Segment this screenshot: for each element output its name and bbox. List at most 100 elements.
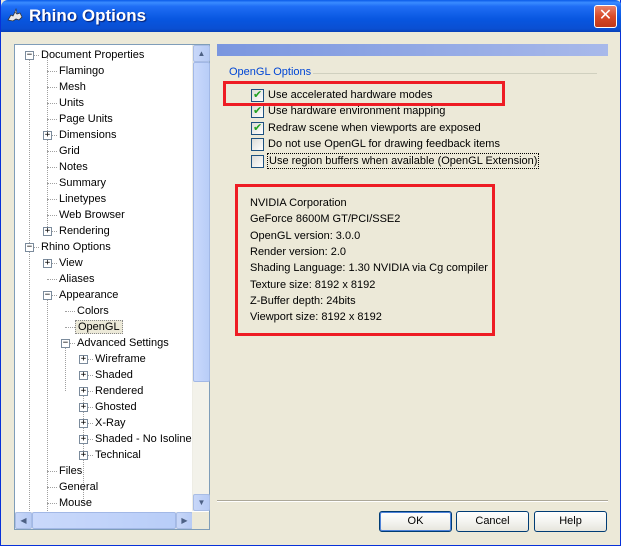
tree-connector xyxy=(47,119,57,120)
tree-connector xyxy=(47,183,57,184)
tree-connector xyxy=(47,471,57,472)
option-label[interactable]: Use region buffers when available (OpenG… xyxy=(267,153,540,169)
tree-item-label: Ghosted xyxy=(95,401,137,413)
tree-item-label: Files xyxy=(59,465,83,477)
tree-item-label: X-Ray xyxy=(95,417,126,429)
tree-item[interactable]: X-Ray xyxy=(93,415,128,431)
tree-item-label: Summary xyxy=(59,177,107,189)
expand-icon[interactable]: + xyxy=(43,131,52,140)
tree-item[interactable]: Shaded xyxy=(93,367,135,383)
opengl-group-label: OpenGL Options xyxy=(229,66,312,78)
tree-item[interactable]: Shaded - No Isoline xyxy=(93,431,193,447)
tree-connector xyxy=(47,215,57,216)
tree-guide-line xyxy=(47,57,48,235)
expand-icon[interactable]: + xyxy=(79,451,88,460)
expand-icon[interactable]: + xyxy=(79,355,88,364)
tree-connector xyxy=(47,279,57,280)
collapse-icon[interactable]: − xyxy=(61,339,70,348)
tree-item[interactable]: Grid xyxy=(57,143,82,159)
tree-connector xyxy=(65,327,75,328)
scrollbar-corner xyxy=(192,512,209,529)
tree-item[interactable]: Notes xyxy=(57,159,90,175)
options-tree[interactable]: Document Properties − Flamingo Mesh Units Pag… xyxy=(14,44,210,530)
checkbox-unchecked[interactable] xyxy=(251,155,264,168)
tree-item[interactable]: Files xyxy=(57,463,84,479)
tree-connector xyxy=(47,487,57,488)
tree-connector xyxy=(47,167,57,168)
scroll-right-button[interactable]: ▶ xyxy=(176,512,193,529)
tree-item[interactable]: Dimensions xyxy=(57,127,118,143)
scroll-left-button[interactable]: ◀ xyxy=(15,512,32,529)
tree-item[interactable]: Summary xyxy=(57,175,108,191)
tree-item-label: Page Units xyxy=(59,113,113,125)
tree-list: Document Properties − Flamingo Mesh Units Pag… xyxy=(15,45,193,511)
tree-item[interactable]: Technical xyxy=(93,447,143,463)
tree-item[interactable]: Rhino Options xyxy=(39,239,113,255)
tree-item[interactable]: Document Properties xyxy=(39,47,146,63)
tree-item[interactable]: OpenGL xyxy=(75,319,123,335)
tree-item-label: Wireframe xyxy=(95,353,146,365)
rhino-app-icon xyxy=(7,8,23,22)
gpu-info-line: Viewport size: 8192 x 8192 xyxy=(250,311,382,324)
tree-item[interactable]: Mesh xyxy=(57,79,88,95)
title-bar[interactable]: Rhino Options ✕ xyxy=(1,0,621,32)
expand-icon[interactable]: + xyxy=(79,371,88,380)
tree-horizontal-scrollbar[interactable]: ◀ ▶ xyxy=(15,512,193,529)
checkbox-unchecked[interactable] xyxy=(251,138,264,151)
checkbox-checked[interactable] xyxy=(251,104,264,118)
gpu-info-line: OpenGL version: 3.0.0 xyxy=(250,229,361,242)
collapse-icon[interactable]: − xyxy=(43,291,52,300)
expand-icon[interactable]: + xyxy=(79,387,88,396)
close-icon: ✕ xyxy=(598,7,613,24)
tree-item-label: Colors xyxy=(77,305,109,317)
ok-button[interactable]: OK xyxy=(379,511,452,532)
tree-item[interactable]: Units xyxy=(57,95,86,111)
tree-item[interactable]: Appearance xyxy=(57,287,120,303)
cancel-button[interactable]: Cancel xyxy=(456,511,529,532)
help-button[interactable]: Help xyxy=(534,511,607,532)
tree-item[interactable]: Advanced Settings xyxy=(75,335,171,351)
tree-item[interactable]: General xyxy=(57,479,100,495)
option-label[interactable]: Use hardware environment mapping xyxy=(267,104,446,118)
tree-item-label: Technical xyxy=(95,449,141,461)
collapse-icon[interactable]: − xyxy=(25,51,34,60)
option-label[interactable]: Do not use OpenGL for drawing feedback i… xyxy=(267,137,501,151)
tree-item[interactable]: Colors xyxy=(75,303,111,319)
tree-item-label: OpenGL xyxy=(75,320,123,334)
checkbox-checked[interactable] xyxy=(251,121,264,135)
scroll-down-button[interactable]: ▼ xyxy=(193,494,210,511)
tree-item[interactable]: Rendered xyxy=(93,383,145,399)
expand-icon[interactable]: + xyxy=(79,435,88,444)
option-label[interactable]: Redraw scene when viewports are exposed xyxy=(267,121,482,135)
expand-icon[interactable]: + xyxy=(79,403,88,412)
rhino-options-dialog: Rhino Options ✕ Document Properties − Flam… xyxy=(0,0,621,546)
tree-item[interactable]: Flamingo xyxy=(57,63,106,79)
tree-item[interactable]: Page Units xyxy=(57,111,115,127)
tree-item[interactable]: Aliases xyxy=(57,271,96,287)
expand-icon[interactable]: + xyxy=(79,419,88,428)
tree-vertical-scrollbar[interactable]: ▲ ▼ xyxy=(192,45,210,511)
scroll-up-button[interactable]: ▲ xyxy=(193,45,210,62)
tree-item-label: Shaded - No Isoline xyxy=(95,433,192,445)
tree-item[interactable]: Mouse xyxy=(57,495,94,511)
tree-item-label: Units xyxy=(59,97,85,109)
tree-item[interactable]: Rendering xyxy=(57,223,112,239)
horizontal-scroll-thumb[interactable] xyxy=(32,512,176,529)
tree-item-label: Grid xyxy=(59,145,80,157)
expand-icon[interactable]: + xyxy=(43,227,52,236)
tree-item-label: Appearance xyxy=(59,289,119,301)
gpu-info-line: Texture size: 8192 x 8192 xyxy=(250,278,376,291)
close-button[interactable]: ✕ xyxy=(594,5,617,28)
tree-item-label: View xyxy=(59,257,83,269)
collapse-icon[interactable]: − xyxy=(25,243,34,252)
tree-item-label: Linetypes xyxy=(59,193,107,205)
tree-item[interactable]: Wireframe xyxy=(93,351,148,367)
scroll-thumb[interactable] xyxy=(193,62,210,382)
tree-item[interactable]: Linetypes xyxy=(57,191,108,207)
highlight-box-accelerated xyxy=(223,81,505,106)
tree-item[interactable]: Ghosted xyxy=(93,399,139,415)
tree-item[interactable]: Web Browser xyxy=(57,207,127,223)
expand-icon[interactable]: + xyxy=(43,259,52,268)
tree-connector xyxy=(47,87,57,88)
tree-item[interactable]: View xyxy=(57,255,85,271)
